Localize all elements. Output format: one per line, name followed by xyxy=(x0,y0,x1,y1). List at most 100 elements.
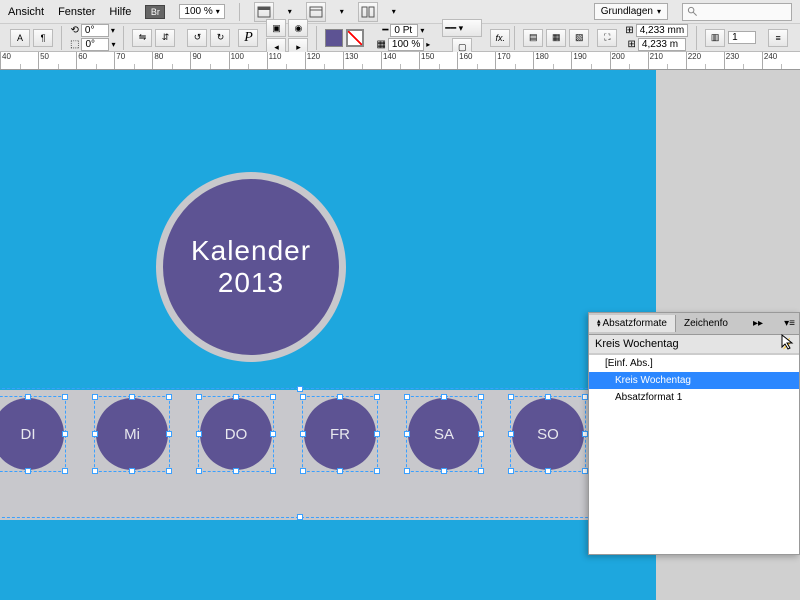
control-panel: A ¶ ⟲0°▾ ⬚0°▾ ⇋ ⇵ ↺ ↻ P ▣◉ ◂▸ ━0 Pt▾ ▦10… xyxy=(0,24,800,52)
ruler-tick: 170 xyxy=(495,52,533,69)
day-circle: DO xyxy=(200,398,272,470)
day-circle: SA xyxy=(408,398,480,470)
style-item-absatzformat-1[interactable]: Absatzformat 1 xyxy=(589,389,799,406)
ruler-tick: 70 xyxy=(114,52,152,69)
search-icon xyxy=(687,6,698,17)
rotate-ccw-icon[interactable]: ↺ xyxy=(187,29,207,47)
workspace-label: Grundlagen xyxy=(601,6,653,17)
ruler-tick: 40 xyxy=(0,52,38,69)
stroke-style-dropdown[interactable]: ━━ ▾ xyxy=(442,19,482,37)
day-cell-so[interactable]: SO xyxy=(504,390,592,478)
height-input[interactable]: 4,233 m xyxy=(638,38,686,51)
shear-icon: ⬚ xyxy=(70,39,79,50)
panel-collapse-icon[interactable]: ▸▸ xyxy=(749,318,767,329)
panel-tabs: ▴▾Absatzformate Zeichenfo ▸▸ ▾≡ xyxy=(589,313,799,335)
tab-label: Absatzformate xyxy=(603,318,667,329)
override-lightning-icon[interactable]: ⚡ xyxy=(781,339,793,350)
bridge-icon[interactable]: Br xyxy=(145,5,165,19)
menubar: Ansicht Fenster Hilfe Br 100 % ▾ ▾ ▾ Gru… xyxy=(0,0,800,24)
flip-h-icon[interactable]: ⇋ xyxy=(132,29,152,47)
paragraph-styles-panel[interactable]: ▴▾Absatzformate Zeichenfo ▸▸ ▾≡ Kreis Wo… xyxy=(588,312,800,555)
ruler-tick: 160 xyxy=(457,52,495,69)
workspace-selector[interactable]: Grundlagen xyxy=(594,3,668,20)
ruler-tick: 210 xyxy=(648,52,686,69)
ruler-tick: 150 xyxy=(419,52,457,69)
wrap-none-icon[interactable]: ▤ xyxy=(523,29,543,47)
frame-fit-icon[interactable]: ⛶ xyxy=(597,29,617,47)
ruler-tick: 180 xyxy=(533,52,571,69)
ruler-tick: 90 xyxy=(190,52,228,69)
ruler-tick: 230 xyxy=(724,52,762,69)
day-circle: SO xyxy=(512,398,584,470)
align-icon[interactable]: ≡ xyxy=(768,29,788,47)
rotation-input[interactable]: 0° xyxy=(81,24,109,37)
height-icon: ⊞ xyxy=(628,39,636,50)
ruler-tick: 130 xyxy=(343,52,381,69)
char-format-icon[interactable]: A xyxy=(10,29,30,47)
day-label: SO xyxy=(537,426,559,443)
tab-zeichenformate[interactable]: Zeichenfo xyxy=(676,315,736,332)
stroke-weight-input[interactable]: 0 Pt xyxy=(390,24,418,37)
style-item-einf-abs[interactable]: [Einf. Abs.] xyxy=(589,355,799,372)
rotate-cw-icon[interactable]: ↻ xyxy=(210,29,230,47)
day-label: DI xyxy=(21,426,36,443)
day-cell-mi[interactable]: Mi xyxy=(88,390,176,478)
wrap-bbox-icon[interactable]: ▦ xyxy=(546,29,566,47)
zoom-level[interactable]: 100 % xyxy=(179,4,224,19)
ruler-tick: 220 xyxy=(686,52,724,69)
ruler-tick: 110 xyxy=(267,52,305,69)
day-cell-di[interactable]: DI xyxy=(0,390,72,478)
ruler-tick: 80 xyxy=(152,52,190,69)
day-cell-do[interactable]: DO xyxy=(192,390,280,478)
day-cell-sa[interactable]: SA xyxy=(400,390,488,478)
panel-menu-icon[interactable]: ▾≡ xyxy=(780,318,799,329)
tint-icon: ▦ xyxy=(376,39,385,50)
day-circle: FR xyxy=(304,398,376,470)
stroke-weight-icon: ━ xyxy=(382,25,388,36)
fx-icon[interactable]: fx. xyxy=(490,29,510,47)
search-input[interactable] xyxy=(682,3,792,21)
day-cell-fr[interactable]: FR xyxy=(296,390,384,478)
width-input[interactable]: 4,233 mm xyxy=(636,24,688,37)
paragraph-icon[interactable]: P xyxy=(238,29,258,47)
ruler-tick: 200 xyxy=(610,52,648,69)
style-list: [Einf. Abs.] Kreis Wochentag Absatzforma… xyxy=(589,354,799,554)
para-format-icon[interactable]: ¶ xyxy=(33,29,53,47)
columns-icon[interactable]: ▥ xyxy=(705,29,725,47)
day-label: DO xyxy=(225,426,248,443)
calendar-title-line1: Kalender xyxy=(191,235,311,267)
columns-input[interactable]: 1 xyxy=(728,31,756,44)
title-circle[interactable]: Kalender 2013 xyxy=(163,179,339,355)
arrange-docs-icon[interactable] xyxy=(358,2,378,22)
stroke-swatch[interactable] xyxy=(346,29,364,47)
menu-window[interactable]: Fenster xyxy=(58,6,95,18)
calendar-title-line2: 2013 xyxy=(218,267,284,299)
ruler-tick: 60 xyxy=(76,52,114,69)
current-style-row: Kreis Wochentag ⚡ xyxy=(589,335,799,354)
flip-v-icon[interactable]: ⇵ xyxy=(155,29,175,47)
select-container-icon[interactable]: ▣ xyxy=(266,19,286,37)
page-background: Kalender 2013 DI Mi DO xyxy=(0,70,656,600)
shear-input[interactable]: 0° xyxy=(81,38,109,51)
day-label: Mi xyxy=(124,426,140,443)
day-circle: Mi xyxy=(96,398,168,470)
current-style-name: Kreis Wochentag xyxy=(595,338,679,350)
day-label: SA xyxy=(434,426,454,443)
width-icon: ⊞ xyxy=(625,25,633,36)
menu-view[interactable]: Ansicht xyxy=(8,6,44,18)
horizontal-ruler[interactable]: 40 50 60 70 80 90 100 110 120 130 140 15… xyxy=(0,52,800,70)
day-row: DI Mi DO FR xyxy=(0,390,592,478)
zoom-value: 100 % xyxy=(184,6,212,17)
style-item-kreis-wochentag[interactable]: Kreis Wochentag xyxy=(589,372,799,389)
ruler-tick: 190 xyxy=(571,52,609,69)
tab-absatzformate[interactable]: ▴▾Absatzformate xyxy=(589,315,676,332)
ruler-tick: 140 xyxy=(381,52,419,69)
select-content-icon[interactable]: ◉ xyxy=(288,19,308,37)
ruler-tick: 100 xyxy=(229,52,267,69)
wrap-shape-icon[interactable]: ▧ xyxy=(569,29,589,47)
tint-input[interactable]: 100 % xyxy=(388,38,424,51)
rotate-icon: ⟲ xyxy=(71,25,79,36)
fill-swatch[interactable] xyxy=(325,29,343,47)
menu-help[interactable]: Hilfe xyxy=(109,6,131,18)
day-label: FR xyxy=(330,426,350,443)
